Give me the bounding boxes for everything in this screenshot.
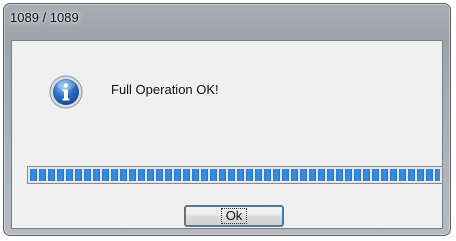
progress-fill [30, 169, 440, 181]
window-title: 1089 / 1089 [10, 10, 79, 25]
ok-button-label: Ok [220, 208, 248, 224]
message-text: Full Operation OK! [111, 82, 219, 97]
info-icon [49, 75, 83, 109]
ok-button[interactable]: Ok [184, 205, 284, 227]
dialog-content: Full Operation OK! Ok [11, 40, 443, 229]
progress-bar [27, 166, 443, 184]
dialog-window: 1089 / 1089 Full Operation OK! Ok [3, 3, 451, 236]
